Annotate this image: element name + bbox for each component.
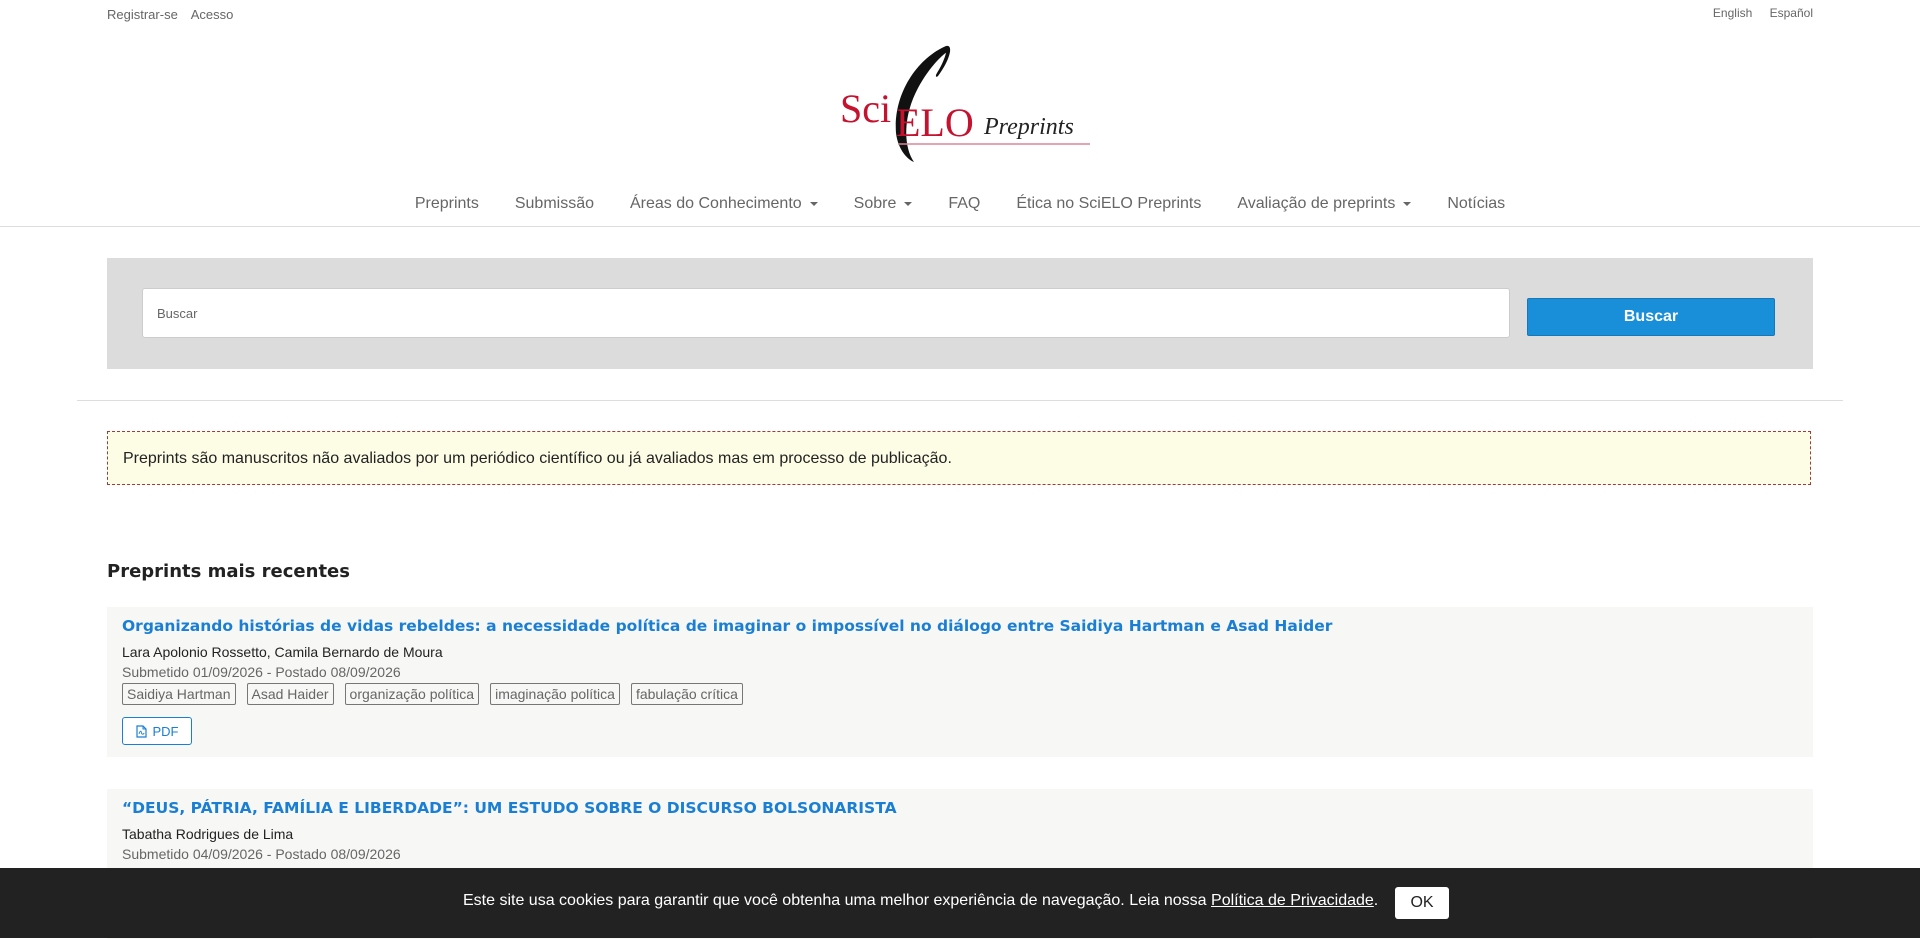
- nav-submissao[interactable]: Submissão: [515, 186, 594, 213]
- keyword-tag[interactable]: fabulação crítica: [630, 683, 743, 705]
- nav-areas-do-conhecimento[interactable]: Áreas do Conhecimento: [630, 186, 818, 213]
- keyword-tag[interactable]: Asad Haider: [246, 683, 334, 705]
- nav-noticias[interactable]: Notícias: [1447, 186, 1505, 213]
- privacy-policy-link[interactable]: Política de Privacidade: [1211, 892, 1374, 909]
- section-title: Preprints mais recentes: [107, 561, 350, 582]
- divider: [77, 400, 1843, 401]
- svg-text:Sci: Sci: [840, 86, 891, 131]
- nav-avaliacao[interactable]: Avaliação de preprints: [1237, 186, 1412, 213]
- search-button[interactable]: Buscar: [1527, 298, 1775, 336]
- preprint-authors: Tabatha Rodrigues de Lima: [122, 826, 294, 842]
- preprint-title-link[interactable]: Organizando histórias de vidas rebeldes:…: [122, 617, 1332, 635]
- nav-preprints[interactable]: Preprints: [415, 186, 479, 213]
- cookie-ok-button[interactable]: OK: [1395, 887, 1449, 919]
- cookie-message: Este site usa cookies para garantir que …: [463, 892, 1379, 909]
- keyword-tag[interactable]: imaginação política: [490, 683, 620, 705]
- login-link[interactable]: Acesso: [191, 7, 234, 22]
- preprint-dates: Submetido 01/09/2026 - Postado 08/09/202…: [122, 664, 401, 680]
- notice-text: Preprints são manuscritos não avaliados …: [123, 450, 952, 467]
- caret-down-icon: [809, 201, 818, 206]
- user-links: Registrar-se Acesso: [107, 7, 243, 22]
- preprint-notice: Preprints são manuscritos não avaliados …: [107, 431, 1811, 485]
- caret-down-icon: [904, 201, 913, 206]
- keyword-tag[interactable]: organização política: [344, 683, 480, 705]
- svg-text:Preprints: Preprints: [983, 114, 1074, 140]
- language-english-link[interactable]: English: [1713, 6, 1752, 20]
- svg-text:ELO: ELO: [896, 100, 974, 145]
- logo-graphic: Sci ELO Preprints: [840, 45, 1090, 162]
- caret-down-icon: [1403, 201, 1412, 206]
- cookie-banner: Este site usa cookies para garantir que …: [0, 868, 1920, 938]
- preprint-item: Organizando histórias de vidas rebeldes:…: [107, 607, 1813, 757]
- pdf-file-icon: [135, 724, 147, 738]
- search-panel: Buscar: [107, 258, 1813, 369]
- nav-sobre[interactable]: Sobre: [854, 186, 913, 213]
- language-espanol-link[interactable]: Español: [1770, 6, 1813, 20]
- search-input[interactable]: [142, 288, 1510, 338]
- preprint-dates: Submetido 04/09/2026 - Postado 08/09/202…: [122, 846, 401, 862]
- nav-etica[interactable]: Ética no SciELO Preprints: [1016, 186, 1201, 213]
- pdf-button[interactable]: PDF: [122, 717, 192, 745]
- register-link[interactable]: Registrar-se: [107, 7, 178, 22]
- nav-faq[interactable]: FAQ: [948, 186, 980, 213]
- main-navigation: Preprints Submissão Áreas do Conheciment…: [0, 186, 1920, 227]
- keyword-tags: Saidiya Hartman Asad Haider organização …: [122, 683, 754, 705]
- preprint-title-link[interactable]: “DEUS, PÁTRIA, FAMÍLIA E LIBERDADE”: UM …: [122, 799, 897, 817]
- preprint-authors: Lara Apolonio Rossetto, Camila Bernardo …: [122, 644, 443, 660]
- language-switcher: English Español: [1699, 6, 1813, 20]
- scielo-preprints-logo[interactable]: Sci ELO Preprints: [838, 38, 1098, 168]
- keyword-tag[interactable]: Saidiya Hartman: [122, 683, 236, 705]
- top-bar: Registrar-se Acesso English Español: [0, 0, 1920, 30]
